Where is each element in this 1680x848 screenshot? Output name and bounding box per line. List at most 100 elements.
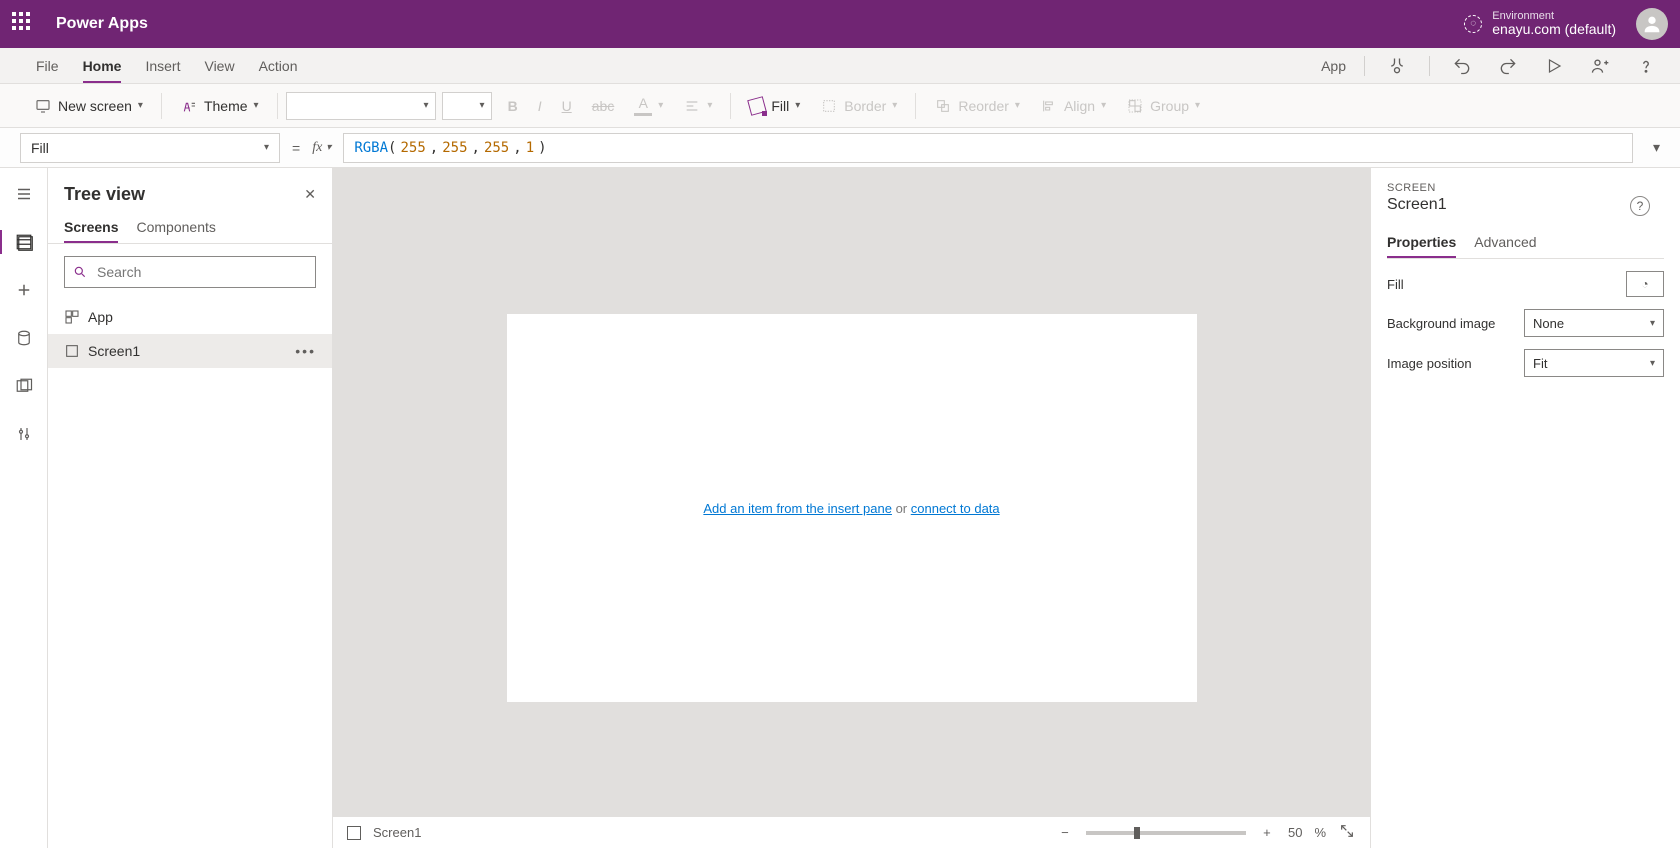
- zoom-in-button[interactable]: +: [1258, 825, 1276, 840]
- chevron-down-icon: ▾: [658, 100, 663, 111]
- new-screen-label: New screen: [58, 98, 132, 114]
- close-icon[interactable]: ✕: [304, 186, 316, 203]
- property-selector-value: Fill: [31, 140, 49, 156]
- pane-help-icon[interactable]: ?: [1630, 196, 1650, 216]
- fit-to-screen-icon[interactable]: [1338, 823, 1356, 842]
- theme-button[interactable]: Theme ▾: [170, 90, 269, 122]
- selection-name: Screen1: [1387, 196, 1664, 214]
- share-icon[interactable]: [1586, 52, 1614, 80]
- redo-icon[interactable]: [1494, 52, 1522, 80]
- properties-pane: SCREEN Screen1 ? Properties Advanced Fil…: [1370, 168, 1680, 848]
- italic-button: I: [528, 90, 552, 122]
- tree-node-screen1[interactable]: Screen1 •••: [48, 334, 332, 368]
- tree-search[interactable]: [64, 256, 316, 288]
- zoom-slider[interactable]: [1086, 831, 1246, 835]
- chevron-down-icon: ▾: [1650, 358, 1655, 369]
- tree-node-app[interactable]: App: [48, 300, 332, 334]
- fx-button[interactable]: fx ▾: [312, 140, 331, 156]
- new-screen-button[interactable]: New screen ▾: [24, 90, 153, 122]
- underline-button: U: [552, 90, 582, 122]
- border-label: Border: [844, 98, 886, 114]
- chevron-down-icon: ▾: [138, 100, 143, 111]
- tree-search-input[interactable]: [95, 263, 307, 281]
- preview-play-icon[interactable]: [1540, 52, 1568, 80]
- formula-bar: Fill ▾ = fx ▾ RGBA(255,255,255,1) ▾: [0, 128, 1680, 168]
- fill-button[interactable]: Fill ▾: [739, 90, 810, 122]
- prop-fill-swatch[interactable]: ◔: [1626, 271, 1664, 297]
- prop-bgimage-value: None: [1533, 316, 1564, 331]
- zoom-thumb[interactable]: [1134, 827, 1140, 839]
- separator: [277, 93, 278, 119]
- align-label: Align: [1064, 98, 1095, 114]
- group-label: Group: [1150, 98, 1189, 114]
- screen-node-icon: [64, 343, 80, 359]
- environment-name: enayu.com (default): [1492, 22, 1616, 37]
- hint-mid: or: [892, 501, 911, 516]
- tab-properties[interactable]: Properties: [1387, 228, 1456, 258]
- tab-components[interactable]: Components: [136, 213, 215, 243]
- font-family-select: ▾: [286, 92, 436, 120]
- hint-link-data[interactable]: connect to data: [911, 501, 1000, 516]
- separator: [161, 93, 162, 119]
- fill-label: Fill: [771, 98, 789, 114]
- separator: [1429, 56, 1430, 76]
- app-launcher-icon[interactable]: [12, 12, 36, 36]
- zoom-pct-suffix: %: [1314, 825, 1326, 840]
- prop-imgpos-select[interactable]: Fit ▾: [1524, 349, 1664, 377]
- undo-icon[interactable]: [1448, 52, 1476, 80]
- menu-home[interactable]: Home: [71, 48, 134, 83]
- help-icon[interactable]: [1632, 52, 1660, 80]
- canvas-area[interactable]: Add an item from the insert pane or conn…: [333, 168, 1370, 848]
- app-name: Power Apps: [56, 15, 148, 33]
- advanced-tools-icon[interactable]: [12, 422, 36, 446]
- font-color-button: A ▾: [624, 90, 673, 122]
- fx-icon: fx: [312, 140, 322, 156]
- chevron-down-icon: ▾: [1650, 318, 1655, 329]
- hint-link-insert[interactable]: Add an item from the insert pane: [703, 501, 892, 516]
- media-icon[interactable]: [12, 374, 36, 398]
- selection-kind: SCREEN: [1387, 182, 1664, 194]
- screen-surface[interactable]: Add an item from the insert pane or conn…: [507, 314, 1197, 702]
- chevron-down-icon: ▾: [1101, 100, 1106, 111]
- screen-icon: [34, 97, 52, 115]
- chevron-down-icon: ▾: [795, 100, 800, 111]
- chevron-down-icon: ▾: [254, 100, 259, 111]
- prop-bgimage-select[interactable]: None ▾: [1524, 309, 1664, 337]
- app-checker-icon[interactable]: [1383, 52, 1411, 80]
- tree-node-label: Screen1: [88, 343, 140, 359]
- search-icon: [73, 265, 87, 279]
- align-icon: [1040, 97, 1058, 115]
- equals-label: =: [292, 140, 300, 156]
- align-button: Align ▾: [1030, 90, 1116, 122]
- insert-icon[interactable]: [12, 278, 36, 302]
- zoom-out-button[interactable]: −: [1056, 825, 1074, 840]
- theme-label: Theme: [204, 98, 248, 114]
- strikethrough-button: abc: [582, 90, 625, 122]
- hamburger-icon[interactable]: [12, 182, 36, 206]
- tree-view-title: Tree view: [64, 184, 145, 205]
- formula-input[interactable]: RGBA(255,255,255,1): [343, 133, 1633, 163]
- data-icon[interactable]: [12, 326, 36, 350]
- align-left-icon: [683, 97, 701, 115]
- reorder-button: Reorder ▾: [924, 90, 1030, 122]
- menu-file[interactable]: File: [24, 48, 71, 83]
- user-avatar[interactable]: [1636, 8, 1668, 40]
- more-icon[interactable]: •••: [295, 343, 316, 359]
- menu-insert[interactable]: Insert: [133, 48, 192, 83]
- app-node-icon: [64, 309, 80, 325]
- menu-bar: File Home Insert View Action App: [0, 48, 1680, 84]
- environment-picker[interactable]: ◌ Environment enayu.com (default): [1464, 10, 1616, 37]
- tab-screens[interactable]: Screens: [64, 213, 118, 243]
- app-settings-link[interactable]: App: [1321, 58, 1346, 74]
- menu-view[interactable]: View: [192, 48, 246, 83]
- property-selector[interactable]: Fill ▾: [20, 133, 280, 163]
- menu-action[interactable]: Action: [247, 48, 310, 83]
- tree-node-label: App: [88, 309, 113, 325]
- status-bar: Screen1 − + 50 %: [333, 816, 1370, 848]
- reorder-icon: [934, 97, 952, 115]
- chevron-down-icon: ▾: [707, 100, 712, 111]
- tab-advanced[interactable]: Advanced: [1474, 228, 1536, 258]
- tree-view-icon[interactable]: [12, 230, 36, 254]
- group-button: Group ▾: [1116, 90, 1210, 122]
- formula-expand-icon[interactable]: ▾: [1653, 139, 1660, 156]
